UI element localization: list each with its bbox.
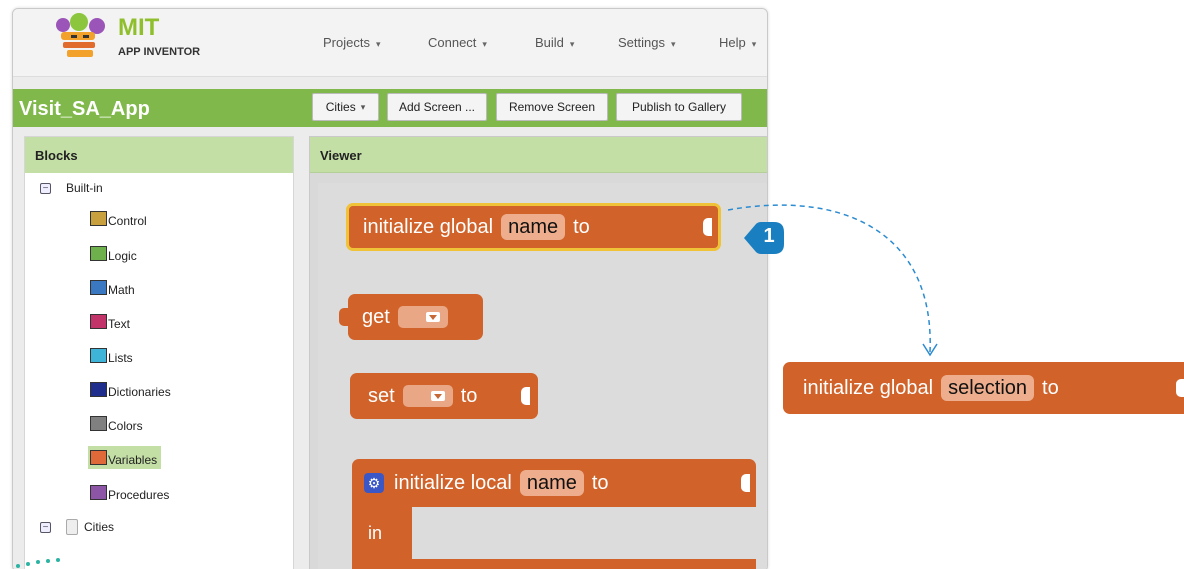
block-keyword: to bbox=[1042, 376, 1059, 399]
input-socket bbox=[1176, 379, 1184, 397]
step-badge-number: 1 bbox=[763, 225, 775, 247]
screenshot-stage: MIT APP INVENTOR Projects ▾ Connect ▾ Buil… bbox=[0, 0, 1184, 569]
decorative-dots bbox=[16, 558, 60, 568]
variable-name-field: selection bbox=[941, 375, 1035, 401]
initialize-global-selection-block: initialize global selection to bbox=[783, 362, 1184, 414]
block-keyword: initialize global bbox=[803, 376, 934, 399]
callout-arrow bbox=[727, 204, 938, 357]
